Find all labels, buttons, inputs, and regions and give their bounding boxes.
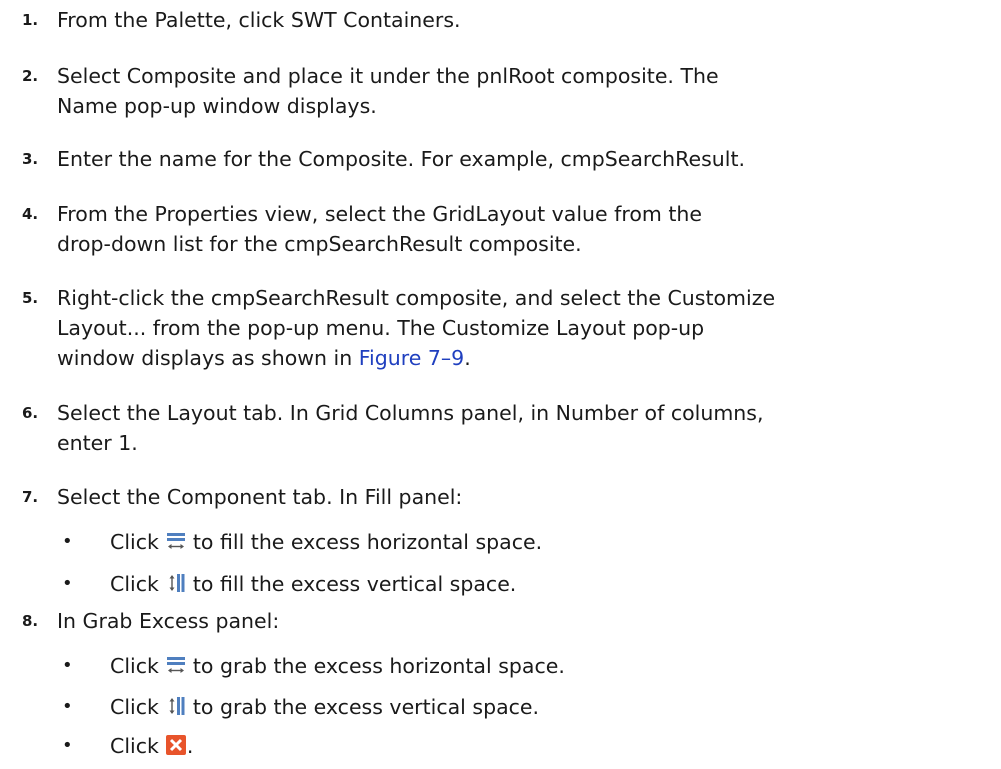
bullet-dot: • (62, 531, 73, 552)
bullet-dot: • (62, 735, 73, 756)
bullet-text: to fill the excess vertical space. (192, 572, 517, 596)
step-number: 3. (22, 150, 39, 168)
step-number: 6. (22, 404, 39, 422)
step-text: Select Composite and place it under the … (57, 64, 719, 88)
click-label: Click (110, 654, 159, 678)
step-text: enter 1. (57, 431, 138, 455)
close-icon (165, 734, 187, 756)
bullet-dot: • (62, 573, 73, 594)
bullet-dot: • (62, 696, 73, 717)
step-number: 1. (22, 11, 39, 29)
bullet-text: . (186, 734, 194, 758)
step-text: Select the Component tab. In Fill panel: (57, 485, 463, 509)
figure-link[interactable]: Figure 7–9 (359, 346, 464, 370)
step-text: drop-down list for the cmpSearchResult c… (57, 232, 582, 256)
bullet-text: to grab the excess vertical space. (192, 695, 540, 719)
step-number: 4. (22, 205, 39, 223)
click-label: Click (110, 695, 159, 719)
step-text: From the Palette, click SWT Containers. (57, 8, 461, 32)
click-label: Click (110, 530, 159, 554)
step-text: Name pop-up window displays. (57, 94, 377, 118)
click-label: Click (110, 572, 159, 596)
step-number: 7. (22, 488, 39, 506)
fill-vertical-icon (165, 572, 187, 594)
step-text: Right-click the cmpSearchResult composit… (57, 286, 776, 310)
grab-horizontal-icon (165, 654, 187, 676)
step-text-line-3: window displays as shown in Figure 7–9. (57, 343, 992, 373)
bullet-text: to fill the excess horizontal space. (192, 530, 543, 554)
step-text: Select the Layout tab. In Grid Columns p… (57, 401, 764, 425)
bullet-text: to grab the excess horizontal space. (192, 654, 565, 678)
step-text: Layout... from the pop-up menu. The Cust… (57, 316, 705, 340)
grab-vertical-icon (165, 695, 187, 717)
step-text: From the Properties view, select the Gri… (57, 202, 703, 226)
click-label: Click (110, 734, 159, 758)
step-text: In Grab Excess panel: (57, 609, 280, 633)
step-text: . (464, 346, 471, 370)
step-text: Enter the name for the Composite. For ex… (57, 147, 746, 171)
step-number: 5. (22, 289, 39, 307)
bullet-dot: • (62, 655, 73, 676)
step-number: 2. (22, 67, 39, 85)
fill-horizontal-icon (165, 530, 187, 552)
step-number: 8. (22, 612, 39, 630)
step-text: window displays as shown in (57, 346, 359, 370)
